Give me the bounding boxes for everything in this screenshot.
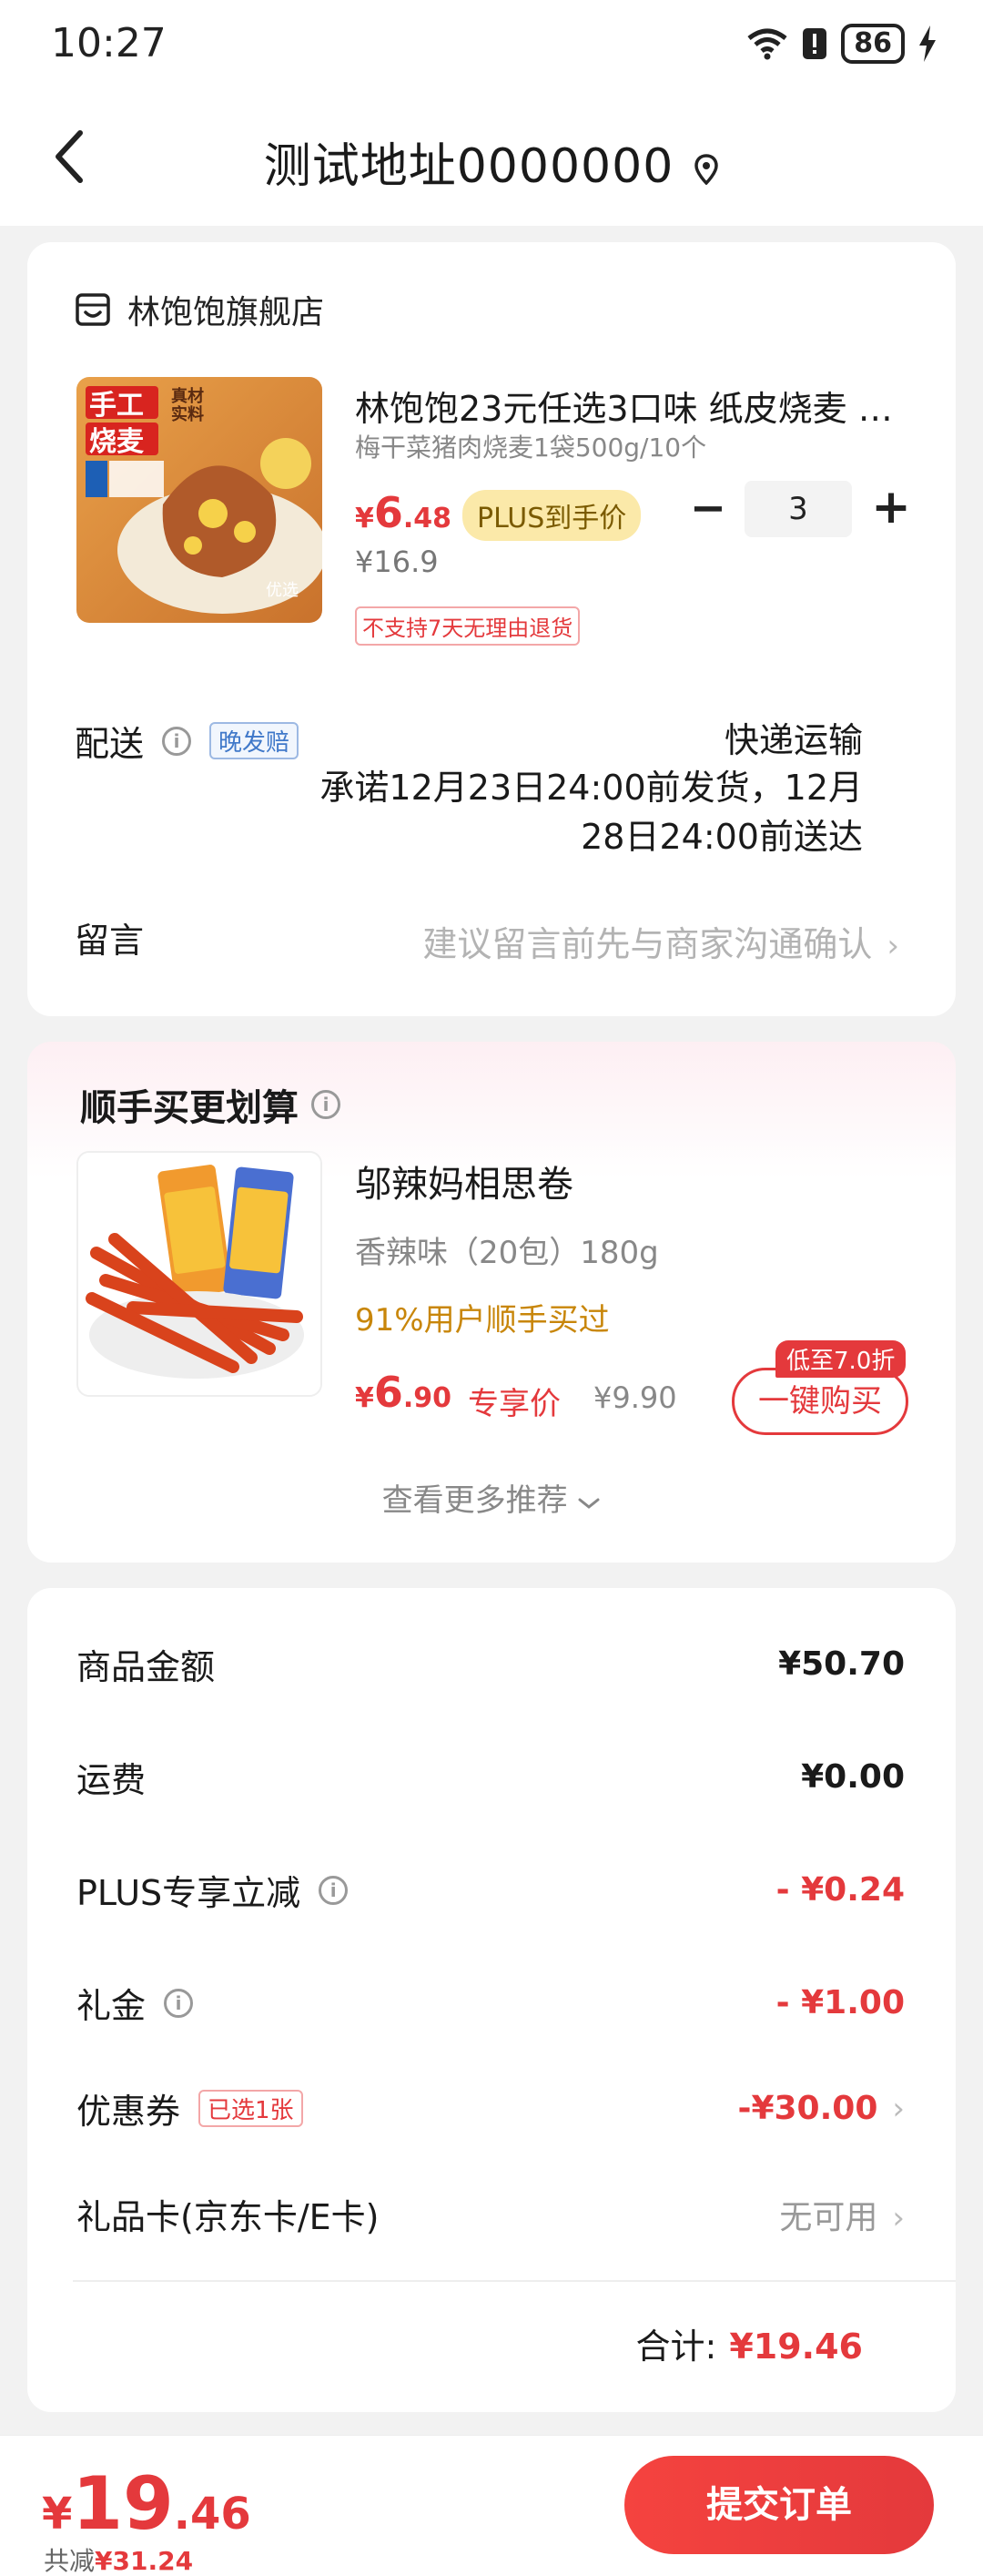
recommend-original-price: ¥9.90: [593, 1380, 677, 1415]
message-input[interactable]: 建议留言前先与商家沟通确认 ›: [422, 916, 899, 966]
more-recommend-link[interactable]: 查看更多推荐: [27, 1475, 956, 1520]
shop-name: 林饱饱旗舰店: [127, 294, 325, 331]
shop-row[interactable]: 林饱饱旗舰店: [75, 286, 324, 333]
wifi-icon: [747, 28, 787, 60]
status-icons: 86: [746, 24, 937, 64]
total-saved: 共减¥31.24: [44, 2546, 194, 2576]
product-spec[interactable]: 梅干菜猪肉烧麦1袋500g/10个: [355, 428, 706, 464]
summary-value-group: -¥30.00 ›: [738, 2090, 905, 2127]
summary-label: 运费: [76, 1760, 147, 1800]
recommend-title-row: 顺手买更划算 i: [80, 1078, 340, 1131]
recommend-product-name[interactable]: 邬辣妈相思卷: [355, 1155, 573, 1207]
recommend-product-image[interactable]: [76, 1151, 322, 1397]
status-bar: 10:27 86: [0, 0, 983, 91]
info-icon[interactable]: i: [164, 1988, 194, 2018]
quantity-increase-button[interactable]: +: [865, 481, 917, 534]
summary-row-plus-discount: PLUS专享立减 i - ¥0.24: [76, 1865, 905, 1915]
summary-value-group: 无可用 ›: [779, 2191, 905, 2238]
message-label: 留言: [75, 921, 145, 961]
summary-label: 优惠券: [76, 2092, 181, 2132]
charging-icon: [919, 25, 936, 62]
product-image-tagline: 真材实料: [171, 387, 204, 424]
alert-icon: [803, 28, 827, 59]
info-icon[interactable]: i: [162, 726, 192, 756]
summary-value: - ¥1.00: [775, 1984, 905, 2021]
quantity-decrease-button[interactable]: −: [684, 486, 732, 534]
chevron-right-icon: ›: [892, 2091, 905, 2127]
info-icon[interactable]: i: [319, 1875, 349, 1905]
one-click-buy-button[interactable]: 一键购买: [732, 1368, 908, 1435]
summary-label: 礼品卡(京东卡/E卡): [76, 2197, 380, 2237]
address-title: 测试地址0000000: [263, 139, 674, 194]
summary-label-group: 礼金 i: [76, 1978, 194, 2028]
store-icon: [76, 293, 110, 326]
total-label: 合计:: [635, 2327, 717, 2367]
recommend-product-spec: 香辣味（20包）180g: [355, 1235, 659, 1271]
price-summary-card: 商品金额 ¥50.70 运费 ¥0.00 PLUS专享立减 i - ¥0.24 …: [27, 1588, 956, 2412]
delivery-method[interactable]: 快递运输: [725, 712, 863, 762]
summary-row-goods: 商品金额 ¥50.70: [76, 1639, 905, 1689]
summary-value: - ¥0.24: [775, 1871, 905, 1909]
summary-value: 无可用: [779, 2198, 878, 2236]
product-image-brand: 优选: [266, 581, 299, 600]
chevron-right-icon: ›: [887, 928, 899, 964]
delivery-promise[interactable]: 承诺12月23日24:00前发货，12月28日24:00前送达: [317, 763, 863, 861]
product-title[interactable]: 林饱饱23元任选3口味 纸皮烧麦 梅干菜猪肉烧麦1袋500g/10个: [355, 381, 919, 431]
summary-value: -¥30.00: [737, 2090, 878, 2127]
summary-label-group: 优惠券 已选1张: [76, 2083, 303, 2133]
recommend-card: 顺手买更划算 i 邬辣妈相思卷 香辣味（20包）180g 91%用户顺手买过 ¥…: [27, 1042, 956, 1563]
summary-row-gift-money: 礼金 i - ¥1.00: [76, 1978, 905, 2028]
product-price: ¥6.48: [355, 488, 452, 537]
submit-order-button[interactable]: 提交订单: [624, 2456, 934, 2554]
recommend-purchase-stat: 91%用户顺手买过: [355, 1302, 610, 1339]
total-row: 合计: ¥19.46: [636, 2318, 863, 2368]
chevron-right-icon: ›: [892, 2199, 905, 2236]
chevron-down-icon: [578, 1498, 600, 1509]
discount-tag: 低至7.0折: [775, 1340, 907, 1378]
recommend-price: ¥6.90: [355, 1368, 452, 1417]
location-pin-icon: [694, 142, 719, 197]
address-selector[interactable]: 测试地址0000000: [0, 127, 983, 197]
plus-price-badge: PLUS到手价: [462, 490, 642, 541]
final-price: ¥19.46: [42, 2461, 251, 2546]
quantity-input[interactable]: 3: [745, 481, 852, 537]
summary-row-coupon[interactable]: 优惠券 已选1张 -¥30.00 ›: [76, 2083, 905, 2133]
order-card: 林饱饱旗舰店 手工烧麦 真材实料 优选 林饱饱23元任选3口味 纸皮烧麦 梅干菜: [27, 242, 956, 1016]
bottom-checkout-bar: ¥19.46 共减¥31.24 提交订单: [0, 2435, 983, 2576]
battery-indicator: 86: [841, 24, 905, 64]
total-value: ¥19.46: [729, 2327, 863, 2367]
summary-label-group: PLUS专享立减 i: [76, 1865, 349, 1915]
late-delivery-tag[interactable]: 晚发赔: [209, 722, 299, 759]
info-icon[interactable]: i: [311, 1090, 340, 1119]
delivery-label-row: 配送 i 晚发赔: [75, 716, 299, 766]
coupon-selected-tag: 已选1张: [198, 2090, 303, 2127]
divider: [73, 2280, 956, 2282]
status-time: 10:27: [51, 20, 167, 66]
page-header: 测试地址0000000: [0, 91, 983, 226]
product-image-caption: 手工烧麦: [89, 390, 144, 458]
summary-label: 礼金: [76, 1986, 147, 2026]
return-policy-tag: 不支持7天无理由退货: [355, 606, 581, 646]
recommend-title: 顺手买更划算: [80, 1087, 299, 1129]
summary-value: ¥50.70: [778, 1645, 905, 1683]
summary-label: PLUS专享立减: [76, 1873, 301, 1913]
summary-row-shipping: 运费 ¥0.00: [76, 1752, 905, 1802]
recommend-price-label: 专享价: [468, 1386, 561, 1422]
summary-row-gift-card[interactable]: 礼品卡(京东卡/E卡) 无可用 ›: [76, 2189, 905, 2239]
summary-value: ¥0.00: [801, 1758, 905, 1796]
delivery-label: 配送: [75, 724, 145, 764]
product-original-price: ¥16.9: [355, 545, 439, 579]
summary-label: 商品金额: [76, 1647, 216, 1687]
